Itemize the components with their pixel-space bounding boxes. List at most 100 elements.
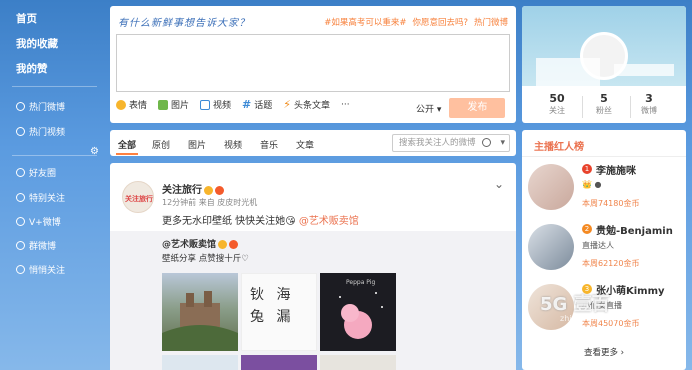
post-body: 更多无水印壁纸 快快关注她 (162, 216, 286, 227)
streamer-avatar[interactable] (528, 164, 574, 210)
vip-badge-icon (229, 240, 239, 249)
post-image-castle[interactable] (162, 273, 238, 351)
chevron-down-icon[interactable]: ▾ (500, 135, 505, 151)
nav-item-secret-follow[interactable]: 悄悄关注 (16, 263, 65, 276)
hot-topics: #如果高考可以重来# 你愿意回去吗? 热门微博 (318, 16, 508, 28)
streamer-item[interactable]: 2 贵勉-Benjamin 直播达人 本周62120金币 (528, 220, 686, 276)
vip-badge-icon (215, 185, 224, 195)
streamer-item[interactable]: 1 李施施咪 👑 ● 本周74180金币 (528, 160, 686, 216)
post-image-peppa[interactable]: Peppa Pig (320, 273, 396, 351)
watermark-url: zhishiwuhao.com (560, 314, 629, 323)
feed-search-input[interactable]: 搜索我关注人的微博 ▾ (392, 134, 510, 152)
calligraphy-text: 钬 海 兔 漏 (250, 287, 295, 325)
stat-weibo[interactable]: 3 微博 (622, 92, 676, 116)
post-image-thumb[interactable] (241, 355, 317, 370)
friends-icon (16, 168, 25, 177)
topic-button[interactable]: # 话题 (242, 98, 272, 111)
composer-actions: 公开 ▾ 发布 (416, 98, 506, 118)
hot-topic-link[interactable]: #如果高考可以重来# (324, 18, 406, 28)
post-text: 更多无水印壁纸 快快关注她😘 @艺术贩卖馆 (162, 212, 359, 227)
composer-prompt: 有什么新鲜事想告诉大家？ (118, 18, 250, 29)
composer-textarea[interactable] (116, 34, 510, 92)
hot-weibo-icon (16, 102, 25, 111)
vplus-icon (16, 217, 25, 226)
post-image-thumb[interactable] (162, 355, 238, 370)
nav-item-label: 悄悄关注 (29, 266, 66, 276)
repost-author[interactable]: @艺术贩卖馆 (162, 237, 239, 250)
tab-articles[interactable]: 文章 (296, 138, 314, 151)
nav-item-group[interactable]: 群微博 (16, 239, 56, 252)
streamer-avatar[interactable] (528, 224, 574, 270)
fan-badge-icon (204, 185, 213, 195)
hashtag-icon: # (242, 98, 252, 111)
stat-value: 50 (549, 92, 565, 105)
stat-following[interactable]: 50 关注 (530, 92, 584, 116)
visibility-select[interactable]: 公开 ▾ (416, 102, 441, 115)
nav-item-hot-weibo[interactable]: 热门微博 (16, 100, 65, 113)
profile-card: 50 关注 5 粉丝 3 微博 (522, 6, 686, 123)
blurred-info (614, 64, 674, 76)
rank-badge: 2 (582, 224, 592, 234)
search-icon[interactable] (482, 138, 491, 147)
divider (522, 156, 686, 157)
view-more-link[interactable]: 查看更多 › (522, 346, 686, 358)
emoji-icon (116, 99, 126, 110)
streamer-name[interactable]: 贵勉-Benjamin (596, 222, 673, 237)
streamer-desc: 直播达人 (582, 241, 614, 250)
nav-home[interactable]: 首页 (16, 11, 37, 26)
post-author-avatar[interactable]: 关注旅行 (122, 181, 154, 213)
post-author-name[interactable]: 关注旅行 (162, 181, 224, 196)
stat-label: 关注 (549, 106, 565, 115)
nav-item-friends[interactable]: 好友圈 (16, 166, 56, 179)
nav-favorites[interactable]: 我的收藏 (16, 36, 58, 51)
nav-item-vplus[interactable]: V+微博 (16, 215, 61, 228)
nav-item-label: 特别关注 (29, 194, 66, 204)
post-image-thumb[interactable] (320, 355, 396, 370)
tab-original[interactable]: 原创 (152, 138, 170, 151)
lightning-icon: ⚡ (283, 98, 292, 111)
streamer-coins: 本周74180金币 (582, 199, 640, 208)
emoji-icon: 😘 (285, 216, 296, 227)
peppa-title: Peppa Pig (346, 279, 376, 286)
stat-label: 微博 (641, 106, 657, 115)
tab-music[interactable]: 音乐 (260, 138, 278, 151)
tab-video[interactable]: 视频 (224, 138, 242, 151)
nav-item-label: 群微博 (29, 242, 57, 252)
author-name-text: 关注旅行 (162, 185, 202, 196)
article-button[interactable]: ⚡ 头条文章 (283, 98, 330, 111)
streamer-ranking-panel: 主播红人榜 1 李施施咪 👑 ● 本周74180金币 2 贵勉-Benjamin… (522, 130, 686, 370)
more-icon: ··· (341, 99, 350, 110)
video-button[interactable]: 视频 (200, 98, 231, 111)
hot-topic-link[interactable]: 你愿意回去吗? (412, 18, 468, 28)
composer-toolbar: 表情 图片 视频 # 话题 ⚡ 头条文章 ··· (116, 98, 350, 111)
streamer-name[interactable]: 李施施咪 (596, 162, 636, 177)
nav-divider (12, 155, 97, 156)
mention-link[interactable]: @艺术贩卖馆 (299, 216, 359, 227)
nav-item-hot-video[interactable]: 热门视频 (16, 125, 65, 138)
visibility-value: 公开 (416, 104, 435, 115)
hot-weibo-link[interactable]: 热门微博 (474, 18, 508, 28)
more-tools-button[interactable]: ··· (341, 100, 350, 110)
tool-label: 表情 (129, 101, 148, 111)
left-navigation: 首页 我的收藏 我的赞 热门微博 热门视频 ⚙ 好友圈 特别关注 V+微博 群微… (0, 0, 105, 370)
post-image-calligraphy[interactable]: 钬 海 兔 漏 (241, 273, 317, 351)
stat-value: 3 (645, 92, 653, 105)
nav-divider (12, 86, 97, 87)
image-icon (158, 99, 169, 110)
nav-item-special-follow[interactable]: 特别关注 (16, 191, 65, 204)
chevron-down-icon: ▾ (436, 104, 442, 115)
tab-images[interactable]: 图片 (188, 138, 206, 151)
emoji-button[interactable]: 表情 (116, 98, 147, 111)
nav-likes[interactable]: 我的赞 (16, 61, 48, 76)
tab-all[interactable]: 全部 (118, 138, 136, 151)
castle-illustration (162, 291, 238, 351)
fan-badge-icon (218, 240, 228, 249)
tool-label: 图片 (171, 101, 190, 111)
image-button[interactable]: 图片 (158, 98, 189, 111)
nav-item-label: V+微博 (29, 218, 61, 228)
crown-icon: 👑 ● (582, 180, 602, 189)
rank-badge: 1 (582, 164, 592, 174)
tool-label: 视频 (213, 101, 232, 111)
post-button[interactable]: 发布 (449, 98, 506, 118)
chevron-down-icon[interactable]: ⌄ (494, 177, 504, 191)
